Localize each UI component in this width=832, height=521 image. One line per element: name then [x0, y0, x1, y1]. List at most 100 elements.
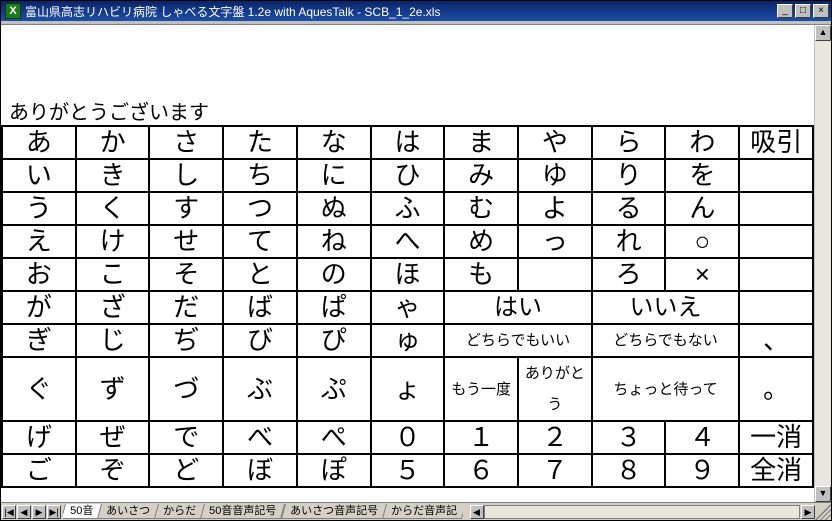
cell-delete-all[interactable]: 全消: [739, 454, 813, 487]
sheet-tab-50on[interactable]: 50音: [63, 504, 102, 519]
cell-7[interactable]: ７: [518, 454, 592, 487]
cell-me[interactable]: め: [444, 225, 518, 258]
cell-po[interactable]: ぽ: [297, 454, 371, 487]
cell-pe[interactable]: ぺ: [297, 421, 371, 454]
cell-ho[interactable]: ほ: [371, 258, 445, 291]
scroll-track[interactable]: [815, 41, 831, 486]
cell-yu[interactable]: ゆ: [518, 159, 592, 192]
cell-da[interactable]: だ: [149, 291, 223, 324]
sheet-tab-greet-sym[interactable]: あいさつ音声記号: [280, 504, 386, 519]
cell-u[interactable]: う: [2, 192, 76, 225]
cell-ko[interactable]: こ: [76, 258, 150, 291]
cell-ba[interactable]: ば: [223, 291, 297, 324]
sheet-tab-body-sym[interactable]: からだ音声記: [381, 504, 462, 519]
next-sheet-button[interactable]: ▶: [32, 505, 46, 519]
cell-chi[interactable]: ち: [223, 159, 297, 192]
cell-o[interactable]: お: [2, 258, 76, 291]
cell-ki[interactable]: き: [76, 159, 150, 192]
maximize-button[interactable]: □: [795, 4, 811, 18]
cell-no[interactable]: の: [297, 258, 371, 291]
cell-6[interactable]: ６: [444, 454, 518, 487]
cell-bi[interactable]: び: [223, 324, 297, 357]
cell-be[interactable]: べ: [223, 421, 297, 454]
cell-mo[interactable]: も: [444, 258, 518, 291]
sheet-tab-body[interactable]: からだ: [154, 504, 205, 519]
cell-thanks[interactable]: ありがとう: [518, 357, 592, 421]
cell-small-yo[interactable]: ょ: [371, 357, 445, 421]
cell-once-more[interactable]: もう一度: [444, 357, 518, 421]
cell-su[interactable]: す: [149, 192, 223, 225]
cell-e[interactable]: え: [2, 225, 76, 258]
cell-ke[interactable]: け: [76, 225, 150, 258]
sheet-tab-50on-sym[interactable]: 50音音声記号: [200, 504, 285, 519]
cell-2[interactable]: ２: [518, 421, 592, 454]
first-sheet-button[interactable]: |◀: [2, 505, 16, 519]
cell-he[interactable]: へ: [371, 225, 445, 258]
cell-ne[interactable]: ね: [297, 225, 371, 258]
cell-yes[interactable]: はい: [444, 291, 591, 324]
scroll-right-button[interactable]: ▶: [801, 505, 815, 519]
cell-zo[interactable]: ぞ: [76, 454, 150, 487]
cell-sokuon[interactable]: っ: [518, 225, 592, 258]
cell-no[interactable]: いいえ: [592, 291, 739, 324]
cell-ru[interactable]: る: [592, 192, 666, 225]
cell-hi[interactable]: ひ: [371, 159, 445, 192]
cell-ro[interactable]: ろ: [592, 258, 666, 291]
cell-ta[interactable]: た: [223, 126, 297, 159]
cell-suction[interactable]: 吸引: [739, 126, 813, 159]
cell-0[interactable]: ０: [371, 421, 445, 454]
cell-sa[interactable]: さ: [149, 126, 223, 159]
cell-go[interactable]: ご: [2, 454, 76, 487]
cell-re[interactable]: れ: [592, 225, 666, 258]
cell-batsu[interactable]: ×: [665, 258, 739, 291]
cell-fu[interactable]: ふ: [371, 192, 445, 225]
last-sheet-button[interactable]: ▶|: [47, 505, 61, 519]
cell-a[interactable]: あ: [2, 126, 76, 159]
cell-ku[interactable]: く: [76, 192, 150, 225]
cell-yo[interactable]: よ: [518, 192, 592, 225]
cell-either-ok[interactable]: どちらでもいい: [444, 324, 591, 357]
cell-ni[interactable]: に: [297, 159, 371, 192]
cell-ha[interactable]: は: [371, 126, 445, 159]
cell-bu[interactable]: ぶ: [223, 357, 297, 421]
cell-mi[interactable]: み: [444, 159, 518, 192]
cell-ka[interactable]: か: [76, 126, 150, 159]
cell-1[interactable]: １: [444, 421, 518, 454]
minimize-button[interactable]: _: [777, 4, 793, 18]
scroll-down-button[interactable]: ▼: [815, 486, 831, 502]
cell-9[interactable]: ９: [665, 454, 739, 487]
hscroll-track[interactable]: [484, 505, 801, 519]
cell-n[interactable]: ん: [665, 192, 739, 225]
cell-ga[interactable]: が: [2, 291, 76, 324]
cell-so[interactable]: そ: [149, 258, 223, 291]
cell-nu[interactable]: ぬ: [297, 192, 371, 225]
cell-ra[interactable]: ら: [592, 126, 666, 159]
cell-ze[interactable]: ぜ: [76, 421, 150, 454]
cell-3[interactable]: ３: [592, 421, 666, 454]
cell-se[interactable]: せ: [149, 225, 223, 258]
cell-comma[interactable]: 、: [739, 324, 813, 357]
cell-delete-one[interactable]: 一消: [739, 421, 813, 454]
cell-5[interactable]: ５: [371, 454, 445, 487]
cell-8[interactable]: ８: [592, 454, 666, 487]
cell-dji[interactable]: ぢ: [149, 324, 223, 357]
cell-ya[interactable]: や: [518, 126, 592, 159]
cell-pi[interactable]: ぴ: [297, 324, 371, 357]
scroll-left-button[interactable]: ◀: [470, 505, 484, 519]
cell-4[interactable]: ４: [665, 421, 739, 454]
cell-pa[interactable]: ぱ: [297, 291, 371, 324]
cell-neither[interactable]: どちらでもない: [592, 324, 739, 357]
cell-pu[interactable]: ぷ: [297, 357, 371, 421]
cell-na[interactable]: な: [297, 126, 371, 159]
cell-gu[interactable]: ぐ: [2, 357, 76, 421]
prev-sheet-button[interactable]: ◀: [17, 505, 31, 519]
cell-zu[interactable]: ず: [76, 357, 150, 421]
cell-do[interactable]: ど: [149, 454, 223, 487]
cell-shi[interactable]: し: [149, 159, 223, 192]
cell-small-yu[interactable]: ゅ: [371, 324, 445, 357]
cell-de[interactable]: で: [149, 421, 223, 454]
cell-ma[interactable]: ま: [444, 126, 518, 159]
cell-ji[interactable]: じ: [76, 324, 150, 357]
cell-wa[interactable]: わ: [665, 126, 739, 159]
close-button[interactable]: ×: [813, 4, 829, 18]
